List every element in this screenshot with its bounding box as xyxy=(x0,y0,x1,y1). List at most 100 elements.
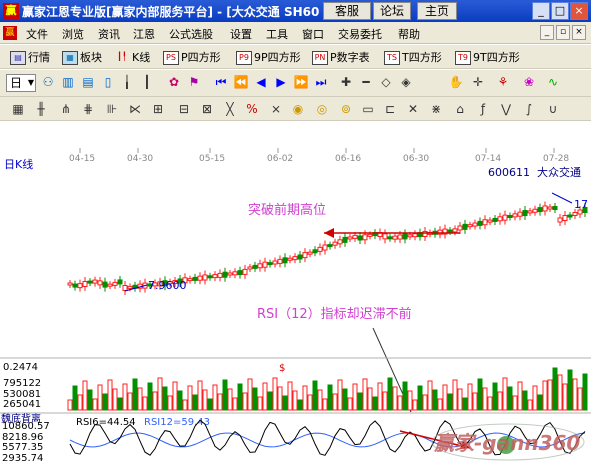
menu-browse[interactable]: 浏览 xyxy=(62,26,84,42)
cross-icon[interactable]: ✛ xyxy=(470,74,486,90)
volume-bar xyxy=(87,389,93,411)
volume-bar xyxy=(172,381,178,411)
child-minimize-icon[interactable]: _ xyxy=(540,25,554,40)
select-icon[interactable]: ⚘ xyxy=(495,74,511,90)
s-icon[interactable]: ∫ xyxy=(521,101,537,117)
calendar-icon[interactable]: ▦ xyxy=(10,101,26,117)
zoom-in-icon[interactable]: ✚ xyxy=(338,74,354,90)
volume-bar xyxy=(252,387,258,411)
chevron-down-icon: ▼ xyxy=(27,78,34,87)
rsi-axis-3: 5577.35 xyxy=(2,442,43,453)
volume-bar xyxy=(272,377,278,411)
zoom-out-icon[interactable]: ━ xyxy=(358,74,374,90)
bar-icon[interactable]: ╽ xyxy=(119,74,135,90)
coin2-icon[interactable]: ◉ xyxy=(290,101,306,117)
volume-bar xyxy=(542,380,548,411)
customer-service-button[interactable]: 客服 xyxy=(323,2,371,20)
9p-square-button[interactable]: P9 9P四方形 xyxy=(236,49,301,65)
lines-icon[interactable]: ╫ xyxy=(33,101,49,117)
candle-body xyxy=(492,217,498,222)
box-icon[interactable]: ◎ xyxy=(314,101,330,117)
list-icon[interactable]: ▤ xyxy=(80,74,96,90)
star-icon[interactable]: ❀ xyxy=(521,74,537,90)
close-icon[interactable]: × xyxy=(570,2,588,20)
f-icon[interactable]: ƒ xyxy=(475,101,491,117)
prev-page-icon[interactable]: ⏪ xyxy=(233,74,249,90)
fork-icon[interactable]: ⋉ xyxy=(127,101,143,117)
cycle-icon[interactable]: ⋕ xyxy=(80,101,96,117)
boxes-icon[interactable]: ⊏ xyxy=(382,101,398,117)
quote-button[interactable]: ▤ 行情 xyxy=(10,49,50,65)
x-icon[interactable]: ⊠ xyxy=(199,101,215,117)
menu-info[interactable]: 资讯 xyxy=(98,26,120,42)
menu-gann[interactable]: 江恩 xyxy=(133,26,155,42)
last-icon[interactable]: ⏭ xyxy=(313,74,329,90)
ruler-icon[interactable]: ⊪ xyxy=(104,101,120,117)
hat-icon[interactable]: ⌂ xyxy=(452,101,468,117)
minimize-icon[interactable]: _ xyxy=(532,2,550,20)
forum-button[interactable]: 论坛 xyxy=(373,2,411,20)
next-page-icon[interactable]: ⏩ xyxy=(293,74,309,90)
candle-up-icon[interactable]: ┃ xyxy=(139,74,155,90)
9t-square-button[interactable]: T9 9T四方形 xyxy=(455,49,520,65)
doc-icon[interactable]: ▯ xyxy=(100,74,116,90)
candle-body xyxy=(227,272,233,276)
menu-tools[interactable]: 工具 xyxy=(266,26,288,42)
u-icon[interactable]: ∪ xyxy=(545,101,561,117)
square-icon[interactable]: ⊞ xyxy=(150,101,166,117)
bars-icon[interactable]: ▭ xyxy=(360,101,376,117)
menu-file[interactable]: 文件 xyxy=(26,26,48,42)
candle-body xyxy=(342,236,348,243)
candlestick-icon: ┃╿ xyxy=(117,52,127,61)
date-tick-label: 06-30 xyxy=(403,154,429,164)
chart-icon[interactable]: ▥ xyxy=(60,74,76,90)
kline-chart-area[interactable]: 04-15 04-30 05-15 06-02 06-16 06-30 07-14 07-28… xyxy=(0,148,591,466)
fan-icon[interactable]: ⋔ xyxy=(58,101,74,117)
first-icon[interactable]: ⏮ xyxy=(213,74,229,90)
p-number-table-button[interactable]: PN P数字表 xyxy=(312,49,370,65)
child-close-icon[interactable]: × xyxy=(572,25,586,40)
hand-icon[interactable]: ✋ xyxy=(448,74,464,90)
flow-icon[interactable]: ⋇ xyxy=(428,101,444,117)
wave-icon[interactable]: ∿ xyxy=(545,74,561,90)
kline-button[interactable]: ┃╿ K线 xyxy=(114,49,150,65)
menu-settings[interactable]: 设置 xyxy=(230,26,252,42)
p-square-button[interactable]: PS P四方形 xyxy=(163,49,221,65)
volume-bar xyxy=(522,390,528,411)
volume-bar xyxy=(207,398,213,411)
volume-bar xyxy=(312,380,318,411)
sector-button[interactable]: ▦ 板块 xyxy=(62,49,102,65)
v-icon[interactable]: ⋁ xyxy=(498,101,514,117)
z-icon[interactable]: % xyxy=(244,101,260,117)
pattern-icon[interactable]: ✿ xyxy=(166,74,182,90)
candle-body xyxy=(82,280,88,287)
candle-icon[interactable]: ⚇ xyxy=(40,74,56,90)
rect-icon[interactable]: ⊚ xyxy=(338,101,354,117)
prev-icon[interactable]: ◀ xyxy=(253,74,269,90)
volume-bar xyxy=(307,394,313,411)
x2-icon[interactable]: ✕ xyxy=(405,101,421,117)
coin-icon[interactable]: ⨯ xyxy=(268,101,284,117)
t-square-button[interactable]: TS T四方形 xyxy=(384,49,442,65)
menu-window[interactable]: 窗口 xyxy=(302,26,324,42)
maximize-icon[interactable]: □ xyxy=(551,2,569,20)
y-icon[interactable]: ╳ xyxy=(222,101,238,117)
menu-help[interactable]: 帮助 xyxy=(398,26,420,42)
menu-formula[interactable]: 公式选股 xyxy=(169,26,213,42)
period-select[interactable]: 日 ▼ xyxy=(6,74,36,92)
volume-bar xyxy=(512,395,518,411)
home-button[interactable]: 主页 xyxy=(417,2,457,20)
volume-bar xyxy=(167,395,173,411)
percent-icon[interactable]: ⊟ xyxy=(176,101,192,117)
expand-icon[interactable]: ◈ xyxy=(398,74,414,90)
child-restore-icon[interactable]: ▫ xyxy=(556,25,570,40)
flag-icon[interactable]: ⚑ xyxy=(186,74,202,90)
candle-body xyxy=(102,281,108,288)
next-icon[interactable]: ▶ xyxy=(273,74,289,90)
volume-bar xyxy=(297,399,303,411)
menu-trade[interactable]: 交易委托 xyxy=(338,26,382,42)
candle-body xyxy=(547,206,553,210)
candle-body xyxy=(72,283,78,288)
date-tick-label: 06-02 xyxy=(267,154,293,164)
fit-icon[interactable]: ◇ xyxy=(378,74,394,90)
